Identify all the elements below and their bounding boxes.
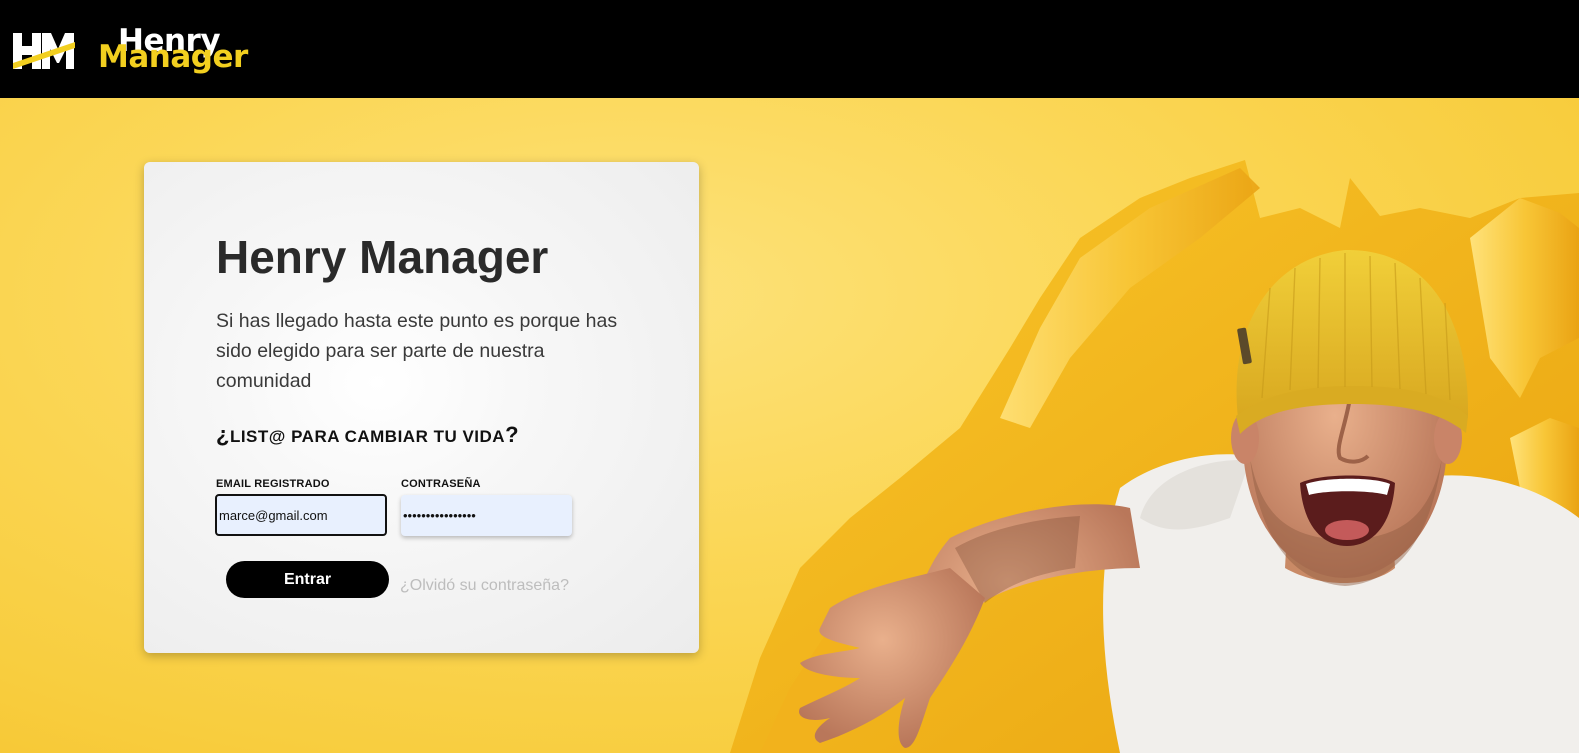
- brand-name-manager: Manager: [98, 39, 248, 75]
- login-page: Henry Manager Henry Manager Si has llega…: [0, 0, 1579, 753]
- email-field[interactable]: [215, 494, 387, 536]
- question-close-mark: ?: [505, 422, 520, 447]
- top-navbar: Henry Manager: [0, 0, 1579, 98]
- page-title: Henry Manager: [216, 231, 549, 283]
- welcome-description: Si has llegado hasta este punto es porqu…: [216, 310, 618, 392]
- hero-section: Henry Manager Si has llegado hasta este …: [0, 98, 1579, 753]
- password-field[interactable]: [401, 495, 572, 536]
- hm-logo-icon[interactable]: [13, 33, 75, 69]
- question-text: LIST@ PARA CAMBIAR TU VIDA: [229, 427, 506, 446]
- forgot-password-link[interactable]: ¿Olvidó su contraseña?: [400, 577, 569, 595]
- question-open-mark: ¿: [216, 422, 230, 447]
- login-card: Henry Manager Si has llegado hasta este …: [144, 162, 699, 653]
- submit-button[interactable]: Entrar: [226, 561, 389, 598]
- email-label: EMAIL REGISTRADO: [216, 478, 330, 490]
- call-to-action-heading: ¿LIST@ PARA CAMBIAR TU VIDA?: [216, 422, 519, 450]
- password-label: CONTRASEÑA: [401, 478, 481, 490]
